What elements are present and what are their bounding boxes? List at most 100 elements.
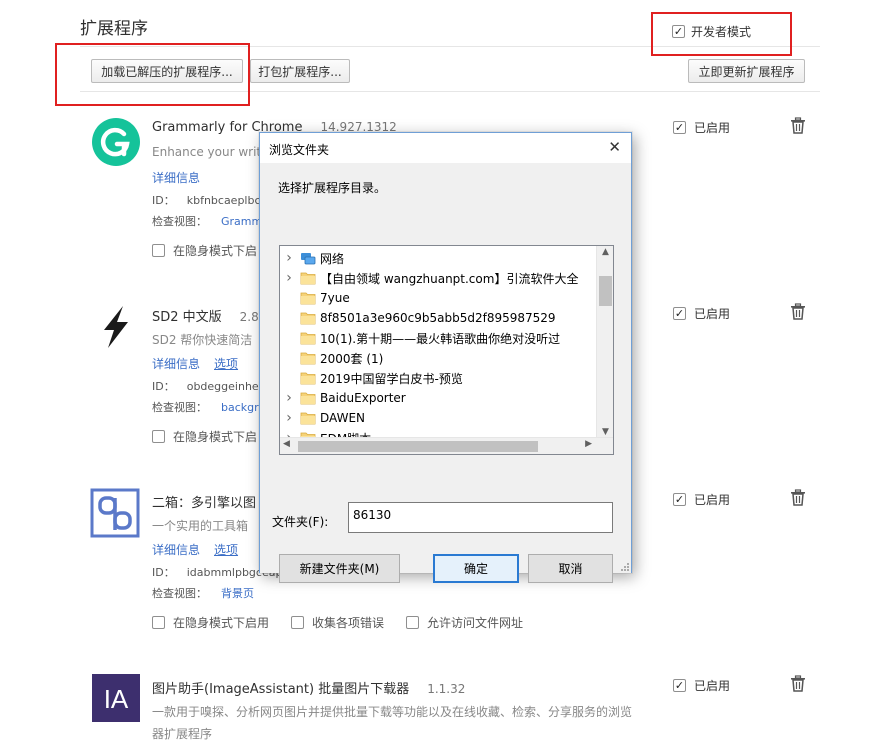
enabled-checkbox[interactable]: ✓ [673,121,686,134]
trash-icon[interactable] [790,117,806,134]
extension-name-row: 二箱：多引擎以图 [152,492,256,511]
tree-item[interactable]: › BaiduExporter [280,388,406,408]
scroll-thumb[interactable] [599,276,612,306]
resize-grip-icon[interactable] [619,561,629,571]
inspect-views: 检查视图： backgr [152,401,259,414]
expand-chevron-icon[interactable]: › [282,270,296,286]
options-link[interactable]: 选项 [214,357,238,371]
incognito-checkbox[interactable] [152,430,165,443]
extension-item-imageassistant: IA 图片助手(ImageAssistant) 批量图片下载器 1.1.32 一款… [90,674,820,742]
tree-item[interactable]: 2000套 (1) [280,348,383,368]
cancel-button[interactable]: 取消 [528,554,613,583]
enabled-toggle[interactable]: ✓ 已启用 [673,491,730,508]
inspect-views: 检查视图： 背景页 [152,587,254,600]
extension-description: 一个实用的工具箱 [152,519,249,533]
tree-item-label: BaiduExporter [320,391,406,405]
details-link[interactable]: 详细信息 [152,543,200,557]
dialog-body: 选择扩展程序目录。 › 网络 › 【自由领域 wangzhuanpt.com】引流软件… [260,163,631,583]
tree-item[interactable]: › DAWEN [280,408,365,428]
page-title: 扩展程序 [80,19,148,39]
trash-icon[interactable] [790,675,806,692]
folder-icon [300,312,316,325]
details-link[interactable]: 详细信息 [152,357,200,371]
expand-chevron-icon[interactable]: › [282,390,296,406]
enabled-toggle[interactable]: ✓ 已启用 [673,119,730,136]
grammarly-icon [92,118,140,166]
dialog-prompt: 选择扩展程序目录。 [278,181,387,195]
extension-links: 详细信息 [152,169,214,186]
ok-button[interactable]: 确定 [433,554,519,583]
extension-name: 二箱：多引擎以图 [152,496,257,511]
tree-item[interactable]: › 【自由领域 wangzhuanpt.com】引流软件大全 [280,268,578,288]
tree-item-label: 2000套 (1) [320,351,384,366]
inspect-view-link[interactable]: 背景页 [221,587,254,600]
imageassistant-icon-text: IA [104,684,129,714]
tree-vertical-scrollbar[interactable]: ▲ ▼ [596,246,613,438]
enabled-checkbox[interactable]: ✓ [673,493,686,506]
inspect-view-link[interactable]: Gramm [221,215,262,228]
expand-chevron-icon[interactable]: › [282,250,296,266]
scroll-down-icon[interactable]: ▼ [597,427,613,437]
extension-description: Enhance your writt [152,145,266,159]
collect-errors-option[interactable]: 收集各项错误 [291,614,384,631]
folder-input[interactable]: 86130 [348,502,613,533]
extension-options: 在隐身模式下启用 收集各项错误 允许访问文件网址 [152,614,523,631]
file-access-checkbox[interactable] [406,616,420,629]
inspect-view-link[interactable]: backgr [221,401,259,414]
tree-item-label: 2019中国留学白皮书-预览 [320,371,463,386]
collect-errors-checkbox[interactable] [291,616,305,629]
tree-item[interactable]: 2019中国留学白皮书-预览 [280,368,463,388]
scroll-right-icon[interactable]: ▶ [585,439,592,449]
update-extensions-button[interactable]: 立即更新扩展程序 [688,59,805,83]
incognito-option[interactable]: 在隐身模式下启用 [152,614,269,631]
inspect-views: 检查视图： Gramm [152,215,263,228]
extension-name: 图片助手(ImageAssistant) 批量图片下载器 [152,682,410,697]
pack-extension-button[interactable]: 打包扩展程序... [250,59,350,83]
extension-id: ID： kbfnbcaeplbcio [152,194,271,207]
extension-id: ID： obdeggeinhegc [152,380,272,393]
tree-item[interactable]: 8f8501a3e960c9b5abb5d2f895987529 [280,308,556,328]
folder-icon [300,372,316,385]
enabled-toggle[interactable]: ✓ 已启用 [673,305,730,322]
incognito-checkbox[interactable] [152,616,165,629]
extension-name: SD2 中文版 [152,310,222,325]
details-link[interactable]: 详细信息 [152,171,200,185]
extension-links: 详细信息 选项 [152,541,252,558]
browse-folder-dialog: 浏览文件夹 ✕ 选择扩展程序目录。 › 网络 › 【自由领域 wangzhuanpt.… [259,132,632,583]
scroll-left-icon[interactable]: ◀ [283,439,290,449]
folder-icon [300,272,316,285]
tree-item-label: 7yue [320,291,350,305]
tree-item-label: 网络 [320,251,345,266]
tree-horizontal-scrollbar[interactable]: ◀ ▶ [280,437,613,454]
extension-version: 2.8 [239,310,259,324]
file-access-option[interactable]: 允许访问文件网址 [406,614,523,631]
folder-icon [300,292,316,305]
annotation-box-load-unpacked [55,43,250,106]
imageassistant-icon: IA [92,674,140,722]
enabled-checkbox[interactable]: ✓ [673,679,686,692]
incognito-option[interactable]: 在隐身模式下启 [152,242,257,259]
folder-tree[interactable]: › 网络 › 【自由领域 wangzhuanpt.com】引流软件大全 7yue 8f85… [279,245,614,455]
tree-item[interactable]: 7yue [280,288,350,308]
incognito-checkbox[interactable] [152,244,165,257]
scroll-thumb[interactable] [298,441,538,452]
enabled-toggle[interactable]: ✓ 已启用 [673,677,730,694]
enabled-checkbox[interactable]: ✓ [673,307,686,320]
expand-chevron-icon[interactable]: › [282,410,296,426]
tree-item[interactable]: › 网络 [280,248,344,268]
new-folder-button[interactable]: 新建文件夹(M) [279,554,400,583]
folder-icon [300,332,316,345]
incognito-option[interactable]: 在隐身模式下启 [152,428,257,445]
tree-item-label: 【自由领域 wangzhuanpt.com】引流软件大全 [320,271,579,286]
trash-icon[interactable] [790,489,806,506]
extension-name-row: 图片助手(ImageAssistant) 批量图片下载器 1.1.32 [152,678,465,697]
lightning-icon [104,306,128,348]
erxiang-icon [90,488,140,538]
tree-item[interactable]: 10(1).第十期——最火韩语歌曲你绝对没听过 [280,328,560,348]
close-icon[interactable]: ✕ [608,138,621,156]
options-link[interactable]: 选项 [214,543,238,557]
extension-name-row: SD2 中文版 2.8 [152,306,259,325]
scroll-up-icon[interactable]: ▲ [597,247,613,257]
extension-description-line2: 器扩展程序 [152,727,213,741]
trash-icon[interactable] [790,303,806,320]
